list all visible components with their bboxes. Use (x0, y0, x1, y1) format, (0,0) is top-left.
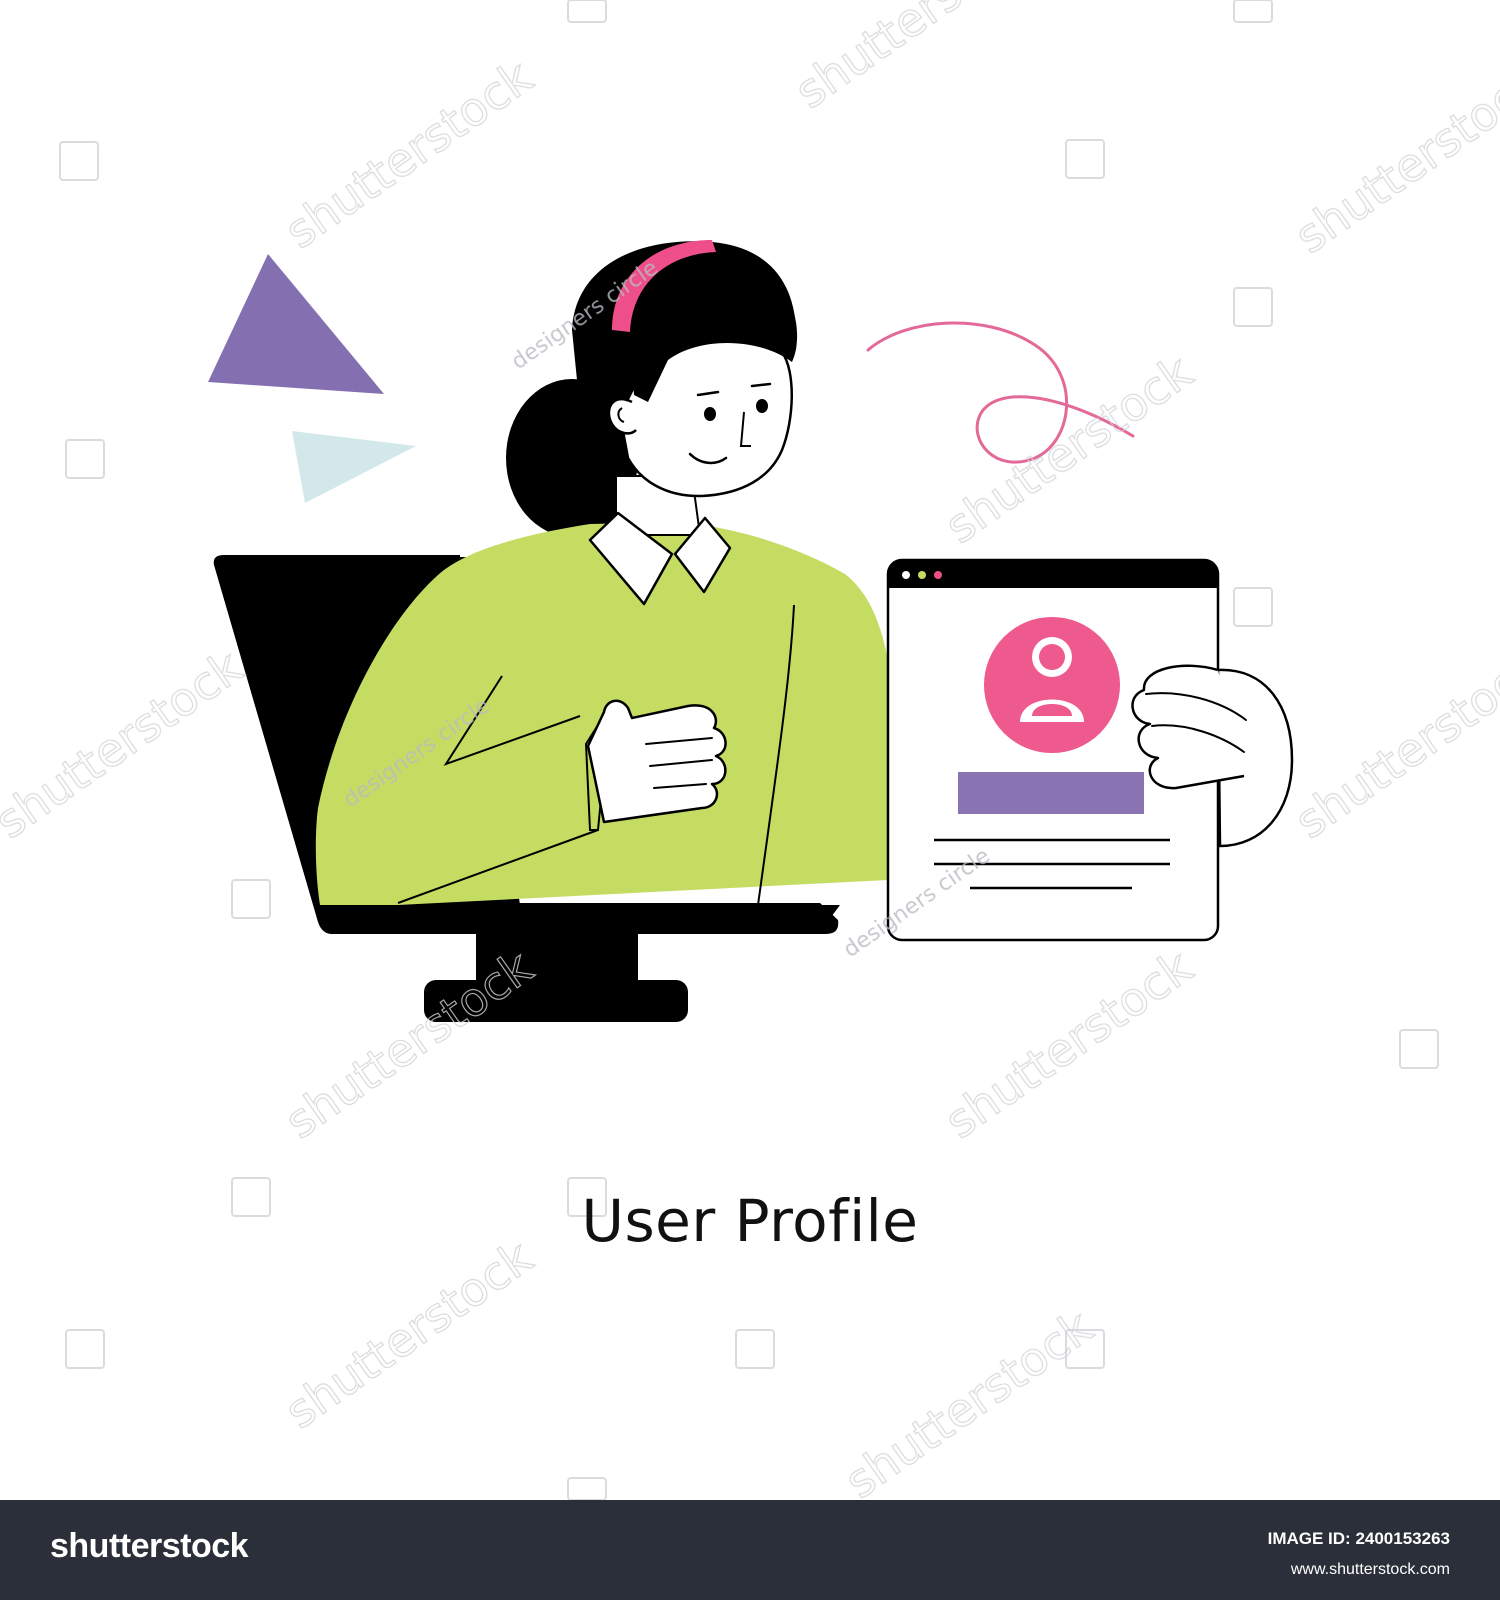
light-triangle-shape (292, 431, 416, 503)
watermark-text: shutterstock (1285, 640, 1500, 849)
window-dot-icon (934, 571, 942, 579)
watermark-text: shutterstock (935, 940, 1202, 1149)
footer-brand-logo[interactable]: shutterstock (50, 1529, 249, 1563)
watermark-text: shutterstock (835, 1300, 1102, 1500)
watermark-text: shutterstock (275, 50, 542, 259)
window-dot-icon (918, 571, 926, 579)
watermark-text: shutterstock (935, 345, 1202, 554)
image-id-label: IMAGE ID: 2400153263 (1267, 1529, 1450, 1548)
watermark-text: shutterstock (1285, 55, 1500, 264)
window-dot-icon (902, 571, 910, 579)
name-bar (958, 772, 1144, 814)
footer-bar: shutterstock IMAGE ID: 2400153263 www.sh… (0, 1500, 1500, 1600)
caption-title: User Profile (581, 1187, 919, 1255)
watermark-text: shutterstock (275, 940, 542, 1149)
watermark-text: shutterstock (275, 1230, 542, 1439)
illustration: shutterstock shutterstock shutterstock s… (0, 0, 1500, 1500)
watermark-text: shutterstock (0, 640, 252, 849)
purple-triangle-shape (208, 254, 384, 394)
watermark-text: shutterstock (785, 0, 1052, 119)
footer-url[interactable]: www.shutterstock.com (1291, 1562, 1450, 1578)
